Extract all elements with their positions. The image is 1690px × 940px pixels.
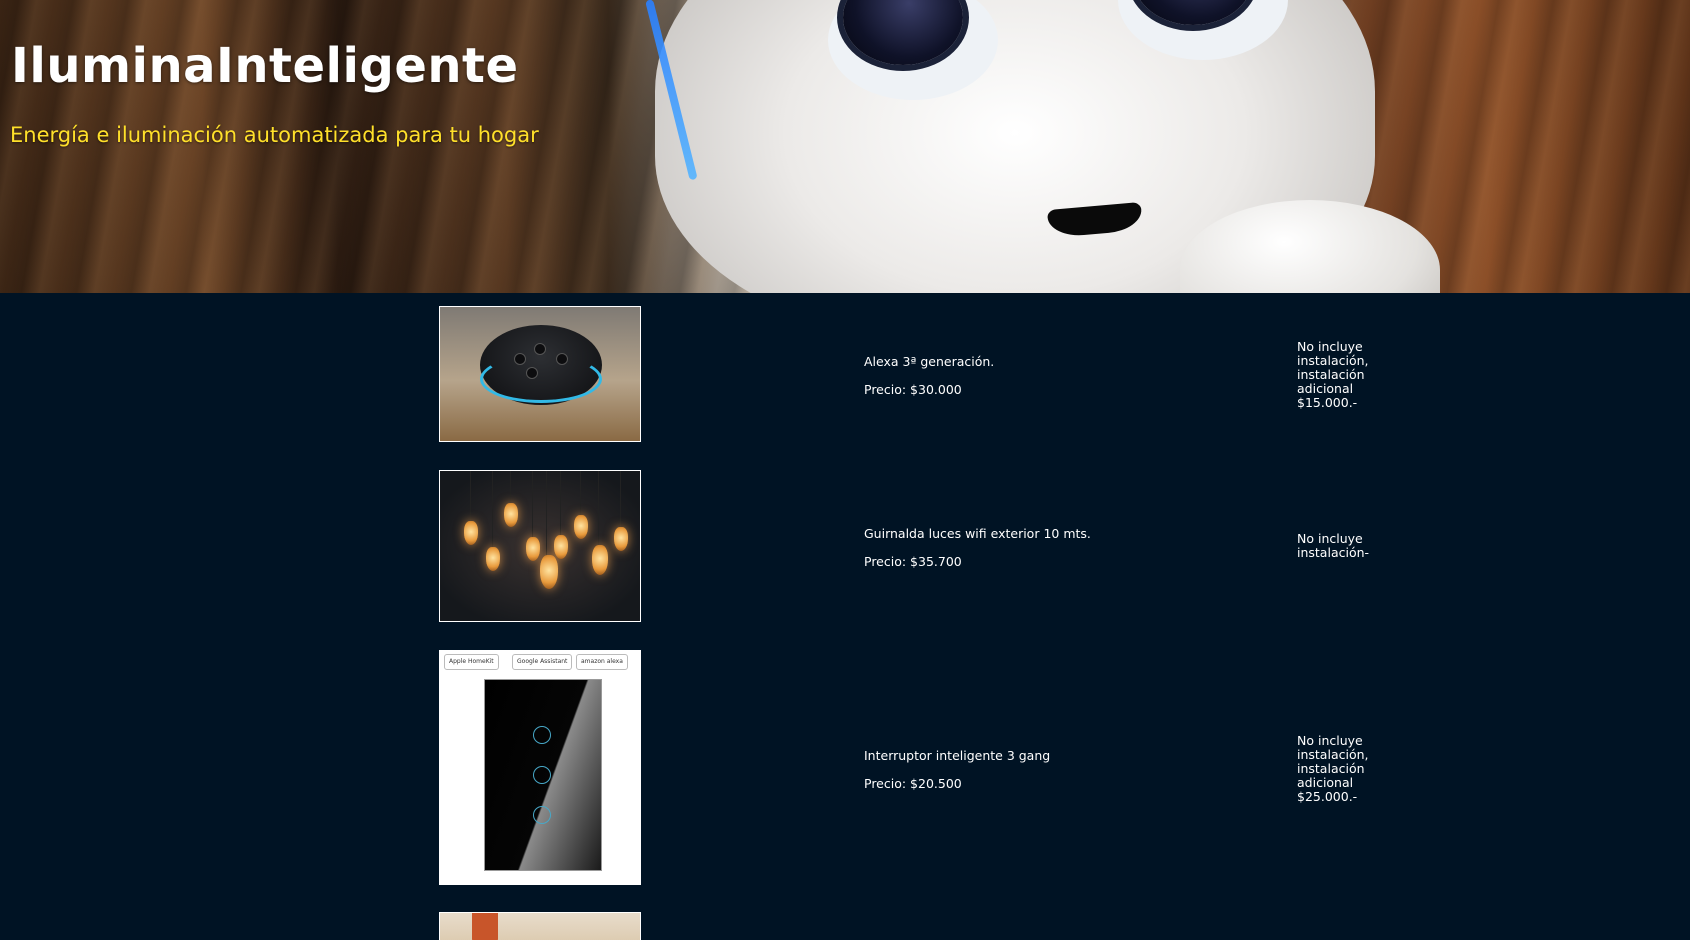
product-image-alexa[interactable] xyxy=(439,306,641,442)
product-info: Guirnalda luces wifi exterior 10 mts. Pr… xyxy=(864,526,1091,571)
product-info: Interruptor inteligente 3 gang Precio: $… xyxy=(864,748,1050,793)
homekit-badge: Apple HomeKit xyxy=(444,654,499,670)
product-installation-note: No incluye instalación, instalación adic… xyxy=(1297,733,1369,804)
product-image-partial[interactable] xyxy=(439,912,641,940)
touch-button-icon xyxy=(533,726,551,744)
touch-button-icon xyxy=(533,806,551,824)
product-price: Precio: $35.700 xyxy=(864,554,962,570)
product-name: Interruptor inteligente 3 gang xyxy=(864,748,1051,763)
product-image-switch[interactable]: Apple HomeKit Google Assistant amazon al… xyxy=(439,650,641,885)
cup-image xyxy=(472,913,498,940)
product-price: Precio: $30.000 xyxy=(864,382,962,398)
product-installation-note: No incluye instalación, instalación adic… xyxy=(1297,339,1369,410)
alexa-badge: amazon alexa xyxy=(576,654,628,670)
site-title-bold: Inteligente xyxy=(216,38,519,94)
site-subtitle: Energía e iluminación automatizada para … xyxy=(10,123,539,147)
product-name: Alexa 3ª generación. xyxy=(864,354,995,369)
product-image-garland[interactable] xyxy=(439,470,641,622)
product-name: Guirnalda luces wifi exterior 10 mts. xyxy=(864,526,1091,541)
site-title: IluminaInteligente xyxy=(11,38,519,94)
site-title-light: Ilumina xyxy=(11,38,217,94)
hero-banner: IluminaInteligente Energía e iluminación… xyxy=(0,0,1690,293)
product-info: Alexa 3ª generación. Precio: $30.000 xyxy=(864,354,994,399)
touch-button-icon xyxy=(533,766,551,784)
google-assistant-badge: Google Assistant xyxy=(512,654,573,670)
product-installation-note: No incluye instalación- xyxy=(1297,531,1370,560)
product-price: Precio: $20.500 xyxy=(864,776,962,792)
smart-switch-panel xyxy=(484,679,602,871)
echo-dot-device xyxy=(480,325,602,405)
